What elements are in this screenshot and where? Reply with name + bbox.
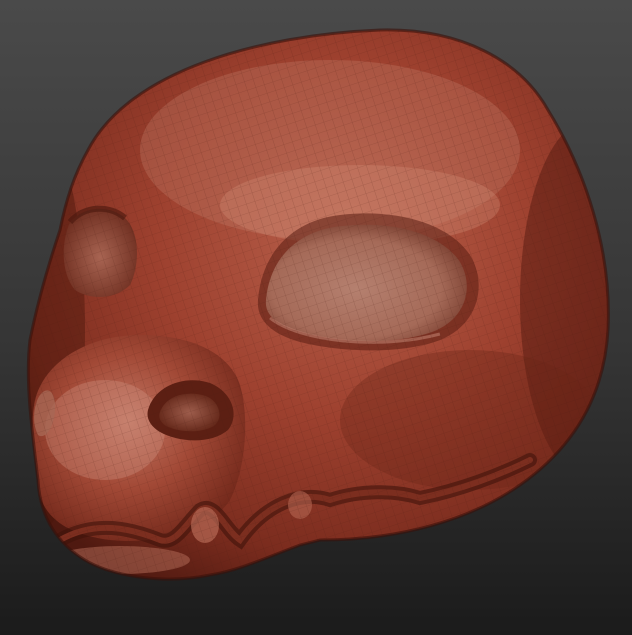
3d-viewport[interactable]: [0, 0, 632, 635]
viewport-canvas[interactable]: [0, 0, 632, 635]
